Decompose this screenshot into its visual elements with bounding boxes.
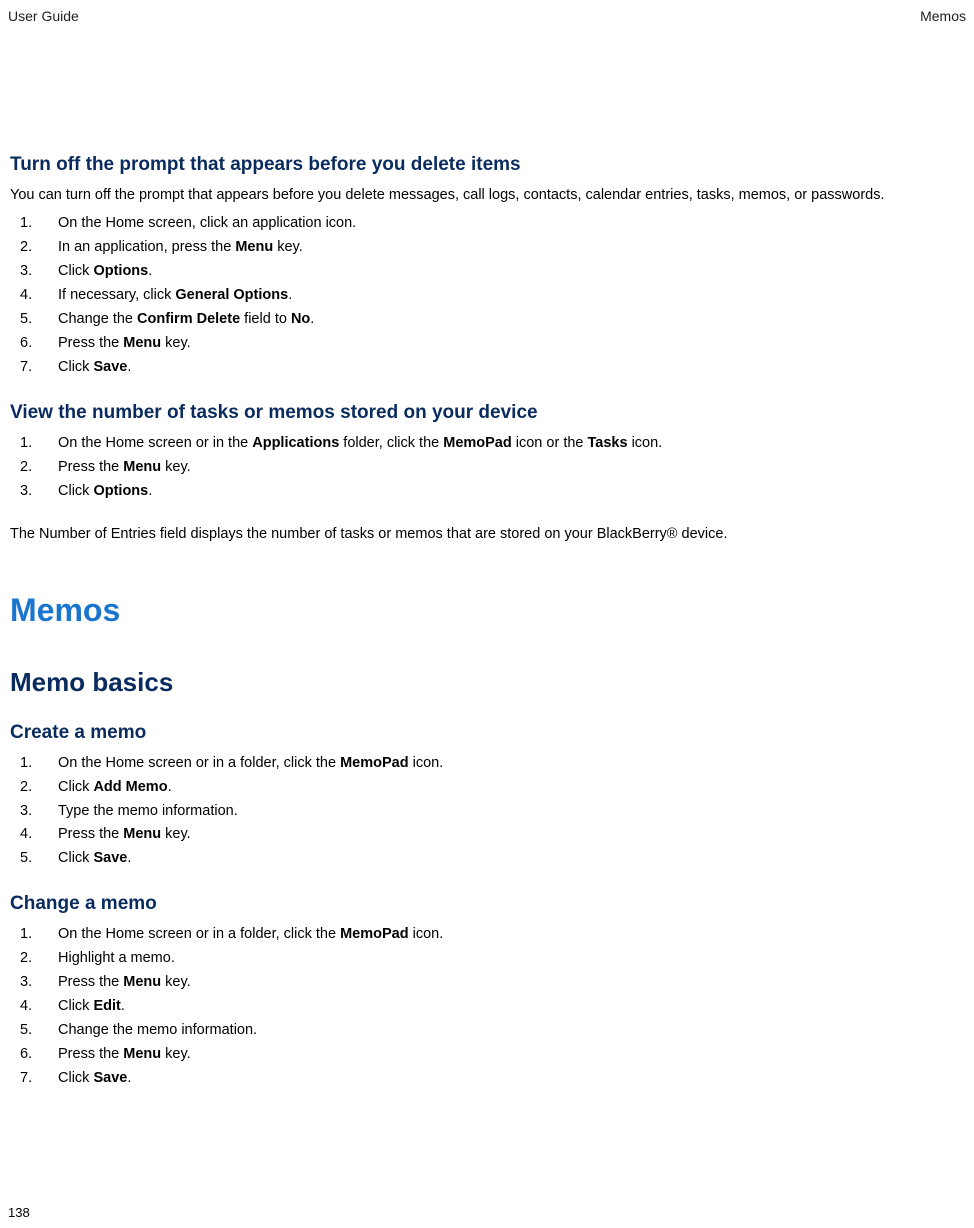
page-header: User Guide Memos — [8, 8, 966, 24]
step: Click Save. — [10, 1067, 964, 1091]
step: On the Home screen or in a folder, click… — [10, 752, 964, 776]
step: Click Edit. — [10, 995, 964, 1019]
chapter-title-memos: Memos — [10, 592, 964, 629]
header-left: User Guide — [8, 8, 79, 24]
step: Click Add Memo. — [10, 776, 964, 800]
step: Press the Menu key. — [10, 1043, 964, 1067]
section-intro: You can turn off the prompt that appears… — [10, 184, 964, 206]
step: Press the Menu key. — [10, 971, 964, 995]
section-title-memo-basics: Memo basics — [10, 667, 964, 698]
step: If necessary, click General Options. — [10, 284, 964, 308]
step: Click Options. — [10, 260, 964, 284]
steps-view-count: On the Home screen or in the Application… — [10, 432, 964, 504]
subsection-title-create-memo: Create a memo — [10, 722, 964, 744]
steps-delete-prompt: On the Home screen, click an application… — [10, 212, 964, 379]
step: In an application, press the Menu key. — [10, 236, 964, 260]
step: On the Home screen or in the Application… — [10, 432, 964, 456]
steps-create-memo: On the Home screen or in a folder, click… — [10, 752, 964, 872]
step: Press the Menu key. — [10, 823, 964, 847]
page-content: Turn off the prompt that appears before … — [8, 154, 966, 1091]
page-number: 138 — [8, 1205, 30, 1220]
subsection-title-change-memo: Change a memo — [10, 893, 964, 915]
step: On the Home screen, click an application… — [10, 212, 964, 236]
section-title-delete-prompt: Turn off the prompt that appears before … — [10, 154, 964, 176]
step: Highlight a memo. — [10, 947, 964, 971]
section-title-view-count: View the number of tasks or memos stored… — [10, 402, 964, 424]
step: On the Home screen or in a folder, click… — [10, 923, 964, 947]
step: Change the Confirm Delete field to No. — [10, 308, 964, 332]
step: Change the memo information. — [10, 1019, 964, 1043]
step: Click Options. — [10, 480, 964, 504]
step: Press the Menu key. — [10, 332, 964, 356]
steps-change-memo: On the Home screen or in a folder, click… — [10, 923, 964, 1090]
step: Click Save. — [10, 847, 964, 871]
step: Type the memo information. — [10, 800, 964, 824]
step: Click Save. — [10, 356, 964, 380]
header-right: Memos — [920, 8, 966, 24]
step: Press the Menu key. — [10, 456, 964, 480]
note-entries: The Number of Entries field displays the… — [10, 526, 964, 542]
